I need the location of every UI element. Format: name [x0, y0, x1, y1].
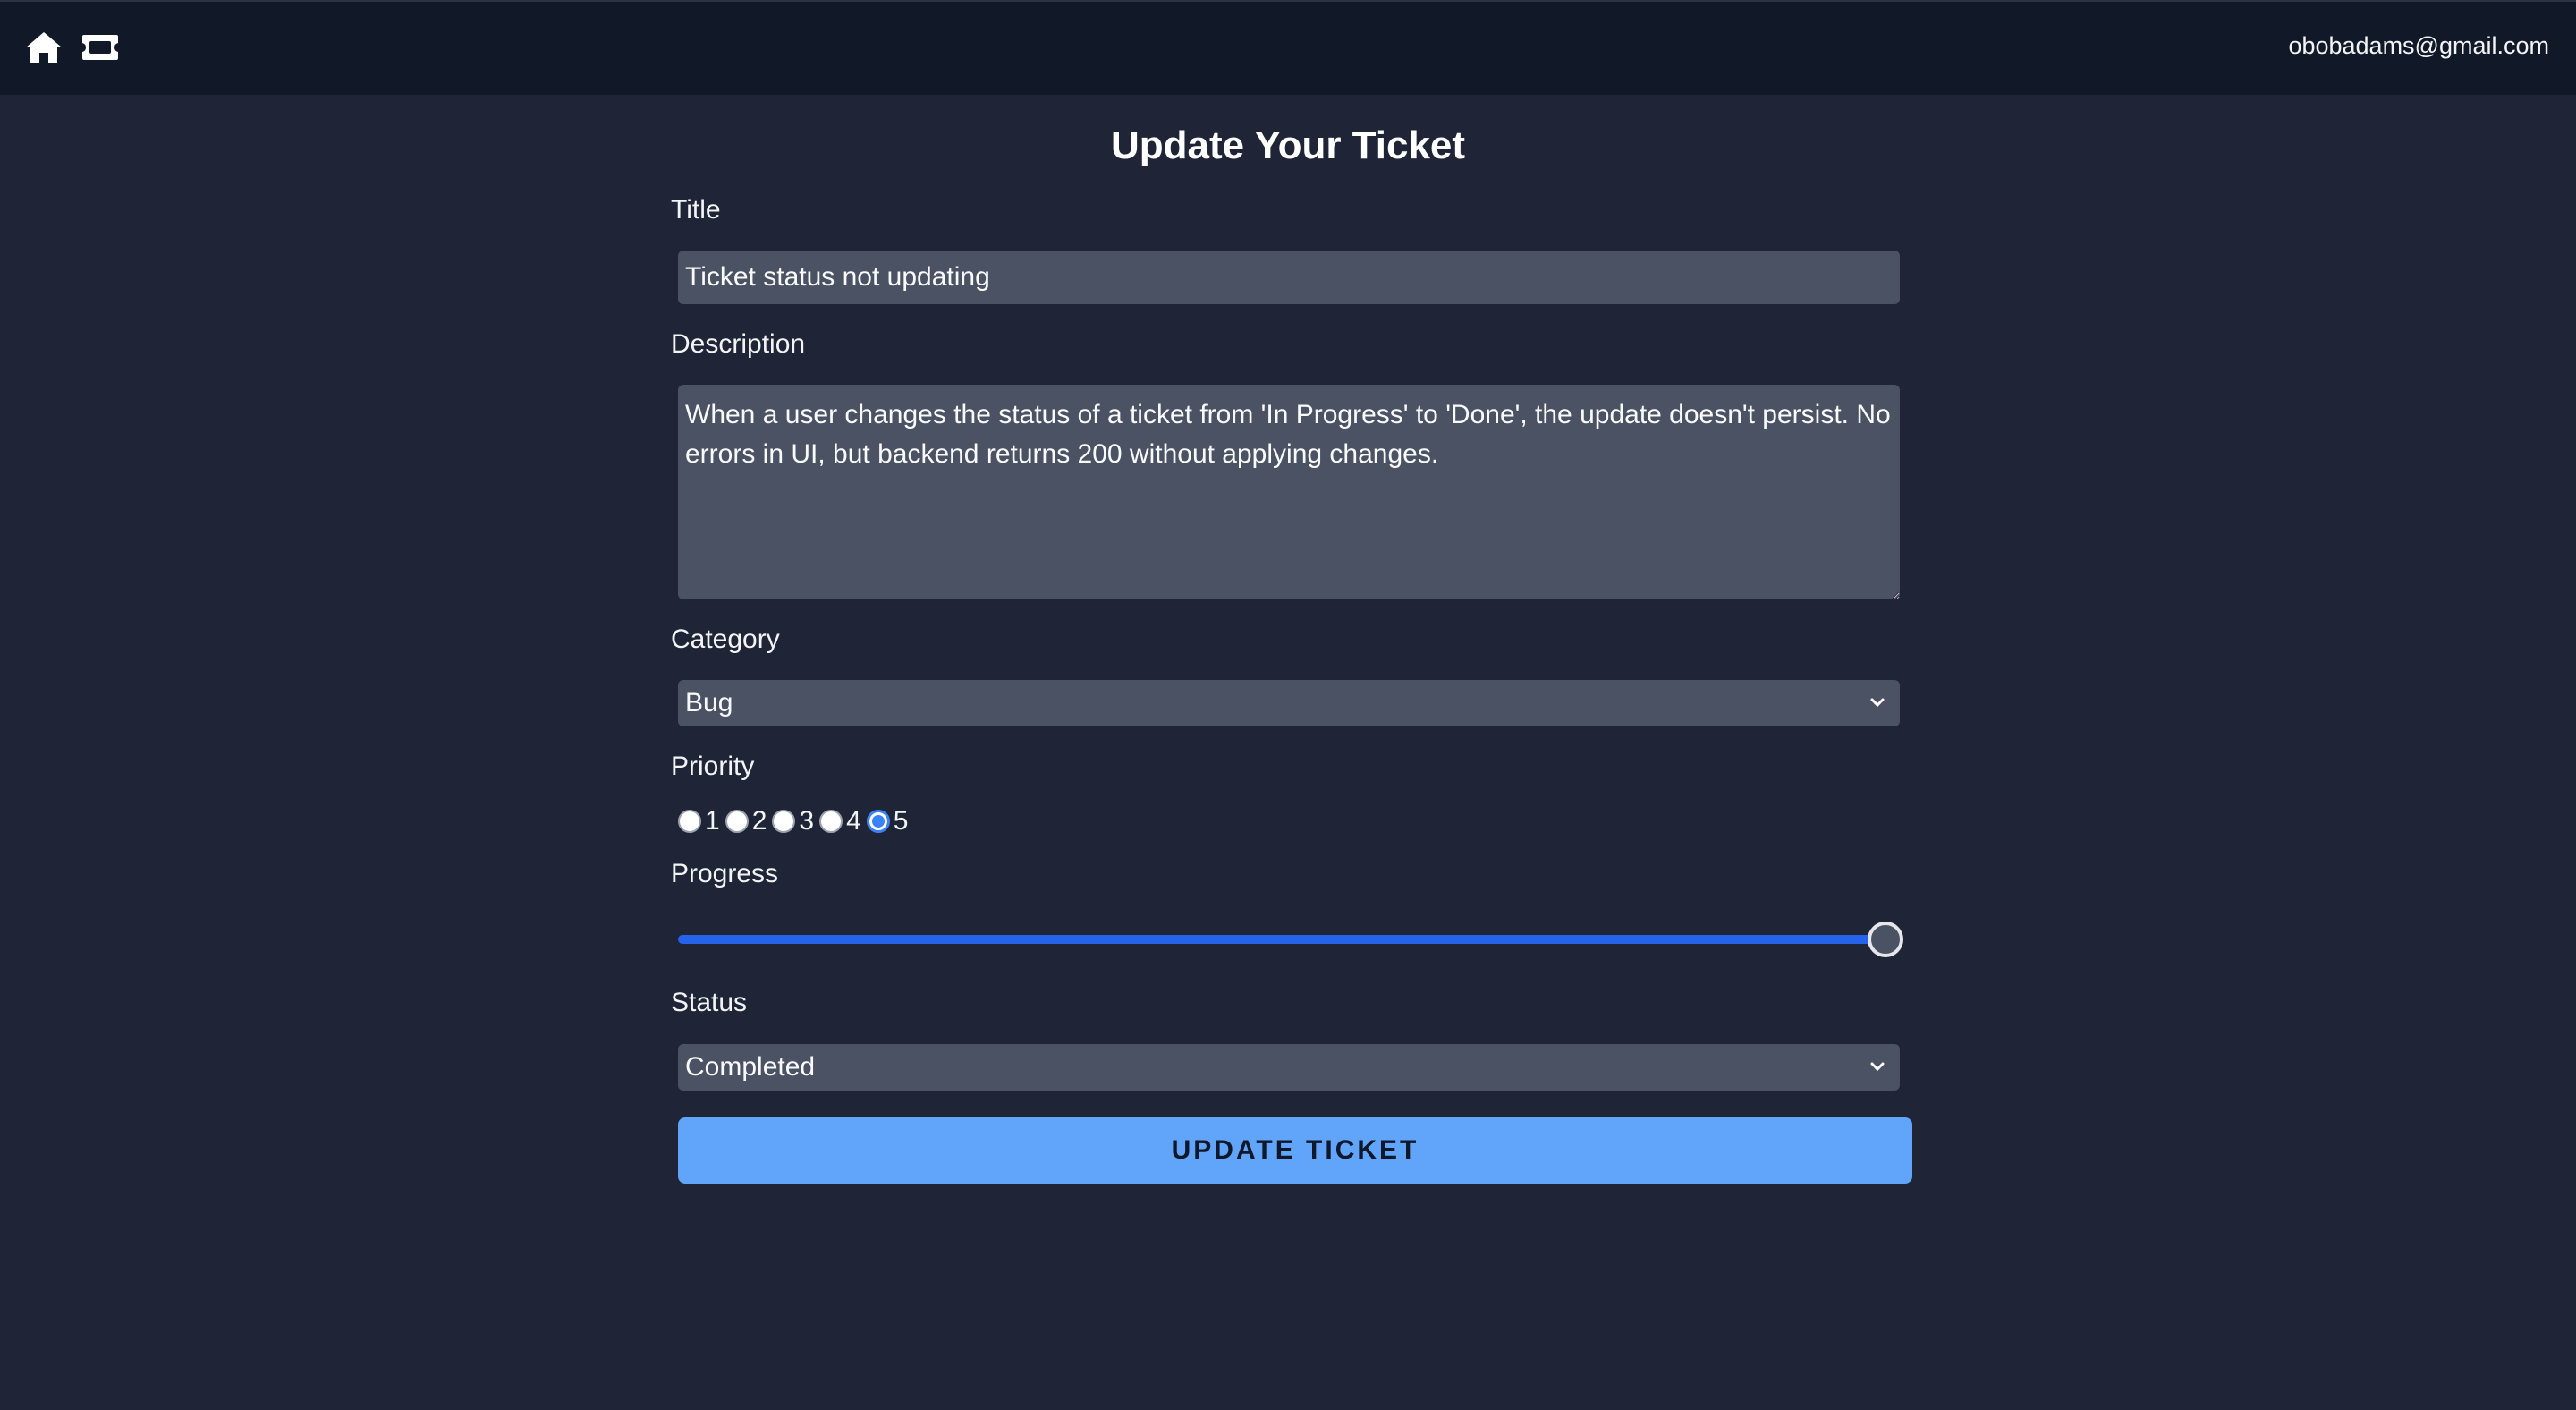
ticket-icon[interactable] — [80, 33, 120, 66]
priority-label: Priority — [671, 752, 755, 781]
priority-radio-4[interactable] — [819, 810, 843, 833]
progress-slider[interactable] — [678, 922, 1903, 957]
status-selected-value: Completed — [685, 1052, 816, 1082]
priority-option-5[interactable]: 5 — [866, 806, 909, 837]
category-label: Category — [671, 624, 780, 654]
category-selected-value: Bug — [685, 688, 733, 718]
progress-slider-thumb[interactable] — [1868, 922, 1903, 957]
priority-radio-2[interactable] — [724, 810, 749, 833]
priority-radio-group: 1 2 3 4 5 — [678, 805, 913, 837]
priority-radio-1[interactable] — [678, 810, 701, 833]
chevron-down-icon — [1868, 1057, 1887, 1081]
status-label: Status — [671, 988, 748, 1017]
priority-radio-label: 3 — [799, 806, 815, 836]
priority-radio-label: 1 — [705, 806, 720, 836]
user-email[interactable]: obobadams@gmail.com — [2288, 32, 2549, 60]
description-label: Description — [671, 329, 806, 359]
priority-radio-5[interactable] — [866, 810, 890, 833]
title-input[interactable] — [678, 251, 1900, 304]
title-label: Title — [671, 195, 721, 225]
home-icon[interactable] — [25, 30, 63, 69]
progress-label: Progress — [671, 859, 779, 888]
progress-slider-track — [678, 935, 1885, 944]
priority-radio-label: 5 — [893, 806, 909, 836]
update-ticket-button[interactable]: UPDATE TICKET — [678, 1117, 1912, 1184]
description-textarea[interactable]: When a user changes the status of a tick… — [678, 385, 1900, 599]
priority-option-4[interactable]: 4 — [819, 806, 861, 837]
priority-option-2[interactable]: 2 — [724, 806, 767, 837]
nav-icons — [25, 30, 120, 69]
priority-option-1[interactable]: 1 — [678, 806, 720, 837]
priority-radio-label: 4 — [846, 806, 861, 836]
priority-radio-3[interactable] — [772, 810, 796, 833]
category-select[interactable]: Bug — [678, 680, 1900, 726]
page-title: Update Your Ticket — [1110, 123, 1466, 167]
top-navbar: obobadams@gmail.com — [0, 0, 2576, 95]
priority-radio-label: 2 — [751, 806, 767, 836]
chevron-down-icon — [1868, 692, 1887, 717]
priority-option-3[interactable]: 3 — [772, 806, 814, 837]
status-select[interactable]: Completed — [678, 1044, 1900, 1091]
